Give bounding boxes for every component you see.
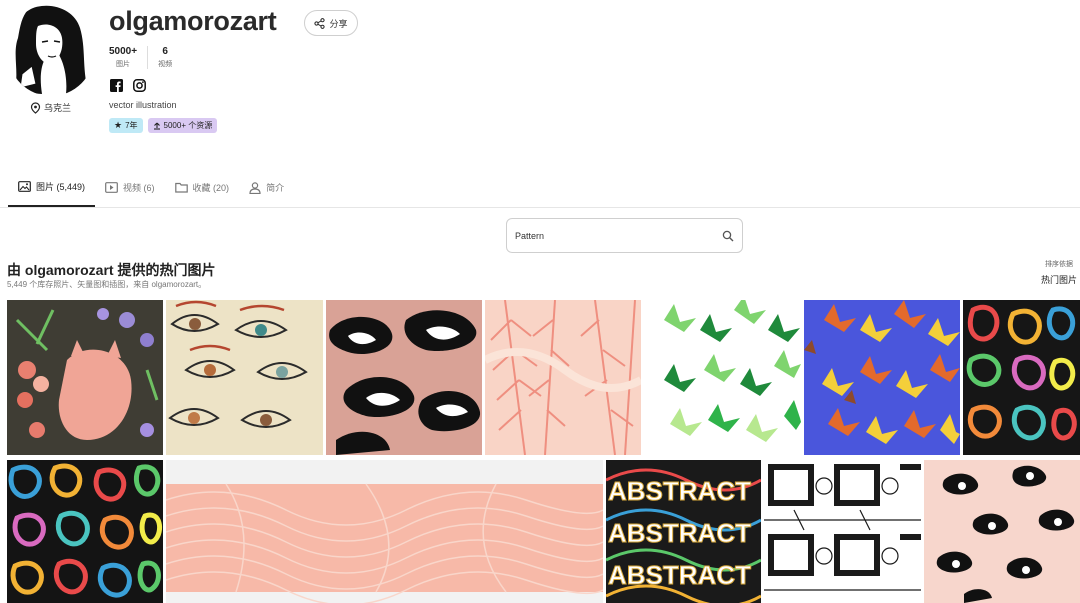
- profile-stats: 5000+ 图片 6 视频: [109, 46, 182, 69]
- tab-label: 简介: [266, 183, 285, 193]
- bio: vector illustration: [109, 100, 177, 110]
- stat-value: 6: [162, 46, 168, 57]
- share-button[interactable]: 分享: [304, 10, 358, 36]
- image-tile[interactable]: [326, 300, 482, 455]
- search-input[interactable]: [515, 230, 705, 241]
- username: olgamorozart: [109, 6, 277, 36]
- sort-label: 排序依据: [1045, 261, 1073, 268]
- profile-header: 乌克兰 olgamorozart 分享 5000+ 图片 6 视频 vector…: [0, 0, 1080, 150]
- resources-label: 5000+ 个资源: [163, 121, 213, 130]
- star-icon: ★: [114, 120, 123, 130]
- tab-label: 收藏 (20): [192, 183, 230, 193]
- share-icon: [314, 17, 326, 29]
- instagram-icon[interactable]: [133, 79, 146, 92]
- location: 乌克兰: [30, 101, 71, 114]
- image-tile[interactable]: [644, 300, 801, 455]
- tab-about[interactable]: 简介: [239, 168, 294, 207]
- image-tile[interactable]: [924, 460, 1080, 603]
- years-badge: ★ 7年: [109, 118, 143, 133]
- section-title: 由 olgamorozart 提供的热门图片: [7, 262, 216, 278]
- tab-images[interactable]: 图片 (5,449): [8, 168, 96, 207]
- image-tile[interactable]: [7, 460, 163, 603]
- badges: ★ 7年 5000+ 个资源: [109, 118, 218, 133]
- svg-text:ABSTRACT: ABSTRACT: [608, 476, 751, 506]
- stat-videos[interactable]: 6 视频: [147, 46, 182, 69]
- user-icon: [249, 181, 261, 194]
- tab-videos[interactable]: 视频 (6): [95, 168, 165, 207]
- share-label: 分享: [329, 18, 348, 29]
- image-tile[interactable]: [166, 300, 323, 455]
- avatar[interactable]: [8, 4, 94, 96]
- folder-icon: [174, 182, 188, 193]
- stat-label: 视频: [158, 61, 173, 68]
- resources-badge: 5000+ 个资源: [147, 118, 218, 133]
- section-subtitle: 5,449 个库存照片、矢量图和插图，来自 olgamorozart。: [7, 280, 207, 289]
- profile-tabs: 图片 (5,449) 视频 (6) 收藏 (20) 简介: [0, 168, 1080, 208]
- image-tile[interactable]: [764, 460, 921, 603]
- image-tile[interactable]: [963, 300, 1080, 455]
- stat-label: 图片: [116, 61, 131, 68]
- tab-label: 视频 (6): [123, 183, 155, 193]
- location-text: 乌克兰: [44, 103, 72, 113]
- image-icon: [18, 181, 31, 192]
- tab-label: 图片 (5,449): [36, 182, 86, 192]
- facebook-icon[interactable]: [110, 79, 123, 92]
- upload-icon: [153, 122, 160, 130]
- social-links: [110, 79, 146, 92]
- image-tile[interactable]: ABSTRACT ABSTRACT ABSTRACT: [606, 460, 761, 603]
- stat-value: 5000+: [109, 46, 138, 57]
- image-tile[interactable]: [804, 300, 960, 455]
- location-pin-icon: [30, 101, 41, 114]
- svg-text:ABSTRACT: ABSTRACT: [608, 518, 751, 548]
- image-tile[interactable]: [166, 460, 603, 603]
- svg-text:ABSTRACT: ABSTRACT: [608, 560, 751, 590]
- video-icon: [105, 182, 118, 193]
- tab-collections[interactable]: 收藏 (20): [165, 168, 240, 207]
- sort-dropdown[interactable]: 热门图片: [1041, 273, 1077, 286]
- image-tile[interactable]: [7, 300, 163, 455]
- search-icon[interactable]: [722, 230, 734, 242]
- search-box: [506, 218, 743, 253]
- image-tile[interactable]: [485, 300, 641, 455]
- stat-images[interactable]: 5000+ 图片: [109, 46, 147, 69]
- years-label: 7年: [125, 121, 138, 130]
